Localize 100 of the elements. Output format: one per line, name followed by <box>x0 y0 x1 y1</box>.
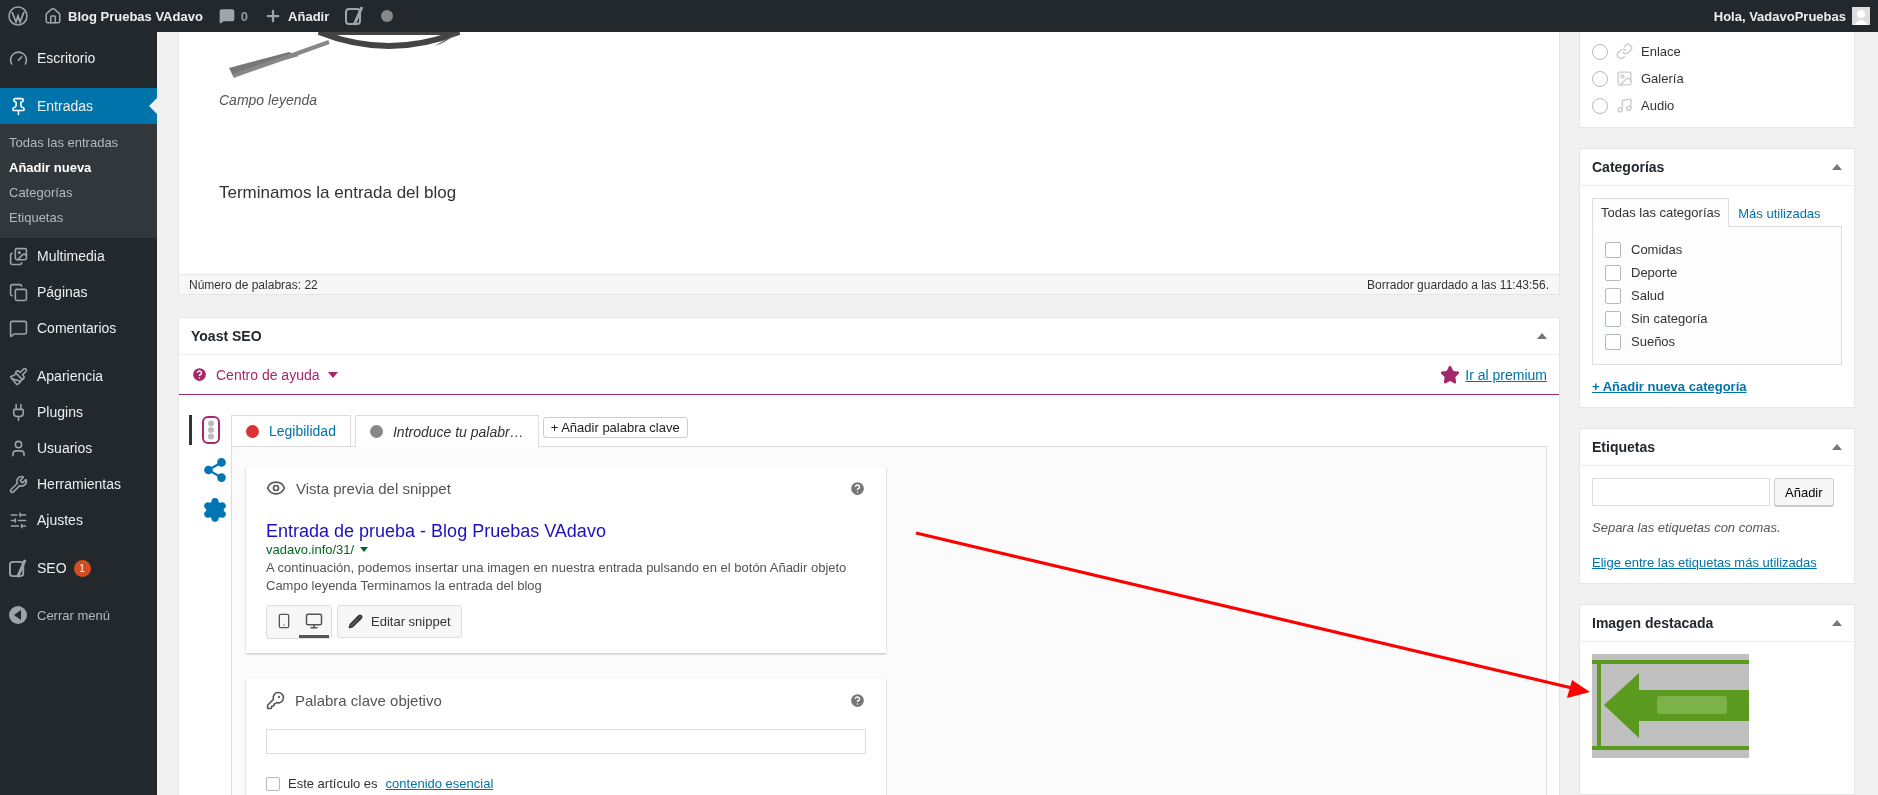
word-count: Número de palabras: 22 <box>189 277 318 292</box>
post-paragraph: Terminamos la entrada del blog <box>219 183 458 203</box>
collapse-caret-icon[interactable] <box>1832 164 1842 170</box>
sliders-icon <box>8 510 28 530</box>
category-label: Sin categoría <box>1631 311 1708 326</box>
help-icon[interactable] <box>849 479 866 497</box>
new-link[interactable]: Añadir <box>264 7 330 25</box>
menu-item[interactable]: SEO 1 <box>0 550 157 586</box>
tag-input[interactable] <box>1592 478 1770 506</box>
image-caption: Campo leyenda <box>219 92 319 108</box>
image-icon <box>1616 70 1633 87</box>
category-label: Comidas <box>1631 242 1683 257</box>
card-title: Categorías <box>1592 159 1665 175</box>
settings-icon <box>202 497 228 523</box>
avatar-icon <box>1852 7 1870 25</box>
count-badge: 1 <box>73 559 91 577</box>
analysis-tab[interactable]: Legibilidad <box>231 415 351 446</box>
monitor-icon <box>305 611 323 630</box>
checkbox[interactable] <box>1605 287 1621 304</box>
category-label: Salud <box>1631 288 1665 303</box>
traffic-light-icon <box>202 416 220 444</box>
premium-link[interactable]: Ir al premium <box>1465 366 1547 383</box>
wrench-icon <box>8 474 28 494</box>
radio-label: Galería <box>1641 71 1684 86</box>
category-tab[interactable]: Todas las categorías <box>1592 198 1730 227</box>
keyword-input[interactable] <box>266 729 866 754</box>
menu-item[interactable]: Ajustes <box>0 502 157 538</box>
snippet-title[interactable]: Entrada de prueba - Blog Pruebas VAdavo <box>266 521 866 542</box>
draft-status: Borrador guardado a las 11:43:56. <box>1367 277 1549 292</box>
menu-item[interactable]: Herramientas <box>0 466 157 502</box>
help-icon <box>191 366 208 383</box>
panel-title: Yoast SEO <box>191 328 262 344</box>
analysis-tab[interactable]: Introduce tu palabr… <box>354 415 539 447</box>
checkbox[interactable] <box>1605 333 1621 350</box>
add-category-link[interactable]: + Añadir nueva categoría <box>1592 379 1747 394</box>
radio-label: Audio <box>1641 98 1675 113</box>
category-label: Deporte <box>1631 265 1678 280</box>
dashboard-icon <box>8 48 28 68</box>
plugin-icon <box>345 6 366 26</box>
comments-link[interactable]: 0 <box>218 8 249 24</box>
caret-icon <box>360 547 369 552</box>
edit-snippet-button[interactable]: Editar snippet <box>337 605 462 638</box>
menu-item[interactable]: Usuarios <box>0 430 157 466</box>
checkbox-label: Este artículo es <box>288 776 378 791</box>
radio-button[interactable] <box>1592 43 1608 60</box>
add-tag-button[interactable]: Añadir <box>1774 478 1834 506</box>
key-icon <box>266 690 285 710</box>
home-icon <box>44 7 62 25</box>
collapse-caret-icon[interactable] <box>1832 444 1842 450</box>
logo-icon[interactable] <box>8 6 28 26</box>
tags-hint: Separa las etiquetas con comas. <box>1592 520 1782 535</box>
checkbox[interactable] <box>266 776 280 791</box>
popular-tags-link[interactable]: Elige entre las etiquetas más utilizadas <box>1592 555 1817 570</box>
comment-icon <box>8 318 28 338</box>
star-icon <box>1440 364 1461 385</box>
submenu-item[interactable]: Categorías <box>0 180 157 205</box>
card-title: Imagen destacada <box>1592 615 1714 631</box>
collapse-icon <box>8 605 28 625</box>
checkbox[interactable] <box>1605 310 1621 327</box>
help-icon[interactable] <box>849 691 866 709</box>
link-icon <box>1616 43 1633 60</box>
checkbox[interactable] <box>1605 264 1621 281</box>
caret-icon <box>327 371 338 378</box>
menu-item[interactable]: Páginas <box>0 274 157 310</box>
share-icon <box>202 457 228 483</box>
menu-item[interactable]: Plugins <box>0 394 157 430</box>
collapse-menu-link[interactable]: Cerrar menú <box>0 598 157 632</box>
pencil-icon <box>348 614 363 629</box>
music-icon <box>1616 97 1633 114</box>
site-link[interactable]: Blog Pruebas VAdavo <box>44 7 203 25</box>
menu-item[interactable]: Entradas <box>0 88 157 124</box>
phone-icon <box>276 612 292 629</box>
submenu-item[interactable]: Añadir nueva <box>0 155 157 180</box>
status-dot-icon <box>381 10 394 22</box>
menu-item[interactable]: Multimedia <box>0 238 157 274</box>
brush-icon <box>8 366 28 386</box>
eye-icon <box>266 478 286 498</box>
account-link[interactable]: Hola, VadavoPruebas <box>1713 7 1870 25</box>
card-title: Etiquetas <box>1592 439 1655 455</box>
collapse-caret-icon[interactable] <box>1537 333 1547 339</box>
cornerstone-link[interactable]: contenido esencial <box>385 776 494 791</box>
plugin-icon <box>8 558 28 578</box>
radio-button[interactable] <box>1592 70 1608 87</box>
category-label: Sueños <box>1631 334 1676 349</box>
submenu-item[interactable]: Todas las entradas <box>0 130 157 155</box>
radio-button[interactable] <box>1592 97 1608 114</box>
collapse-caret-icon[interactable] <box>1832 620 1842 626</box>
snippet-url: vadavo.info/31/ <box>266 542 355 557</box>
snippet-description: A continuación, podemos insertar una imagen en nuestra entrada pulsando en el botón Añadir objeto Campo leyenda Terminamos la entrada del blog <box>266 559 848 595</box>
category-tab[interactable]: Más utilizadas <box>1729 199 1830 227</box>
menu-item[interactable]: Comentarios <box>0 310 157 346</box>
submenu-item[interactable]: Etiquetas <box>0 205 157 230</box>
menu-item[interactable]: Escritorio <box>0 40 157 76</box>
help-center-toggle[interactable]: Centro de ayuda <box>191 366 338 383</box>
menu-item[interactable]: Apariencia <box>0 358 157 394</box>
radio-label: Enlace <box>1641 44 1681 59</box>
checkbox[interactable] <box>1605 241 1621 258</box>
comment-icon <box>218 8 235 24</box>
section-heading: Vista previa del snippet <box>296 479 451 497</box>
add-keyword-button[interactable]: + Añadir palabra clave <box>542 417 688 438</box>
